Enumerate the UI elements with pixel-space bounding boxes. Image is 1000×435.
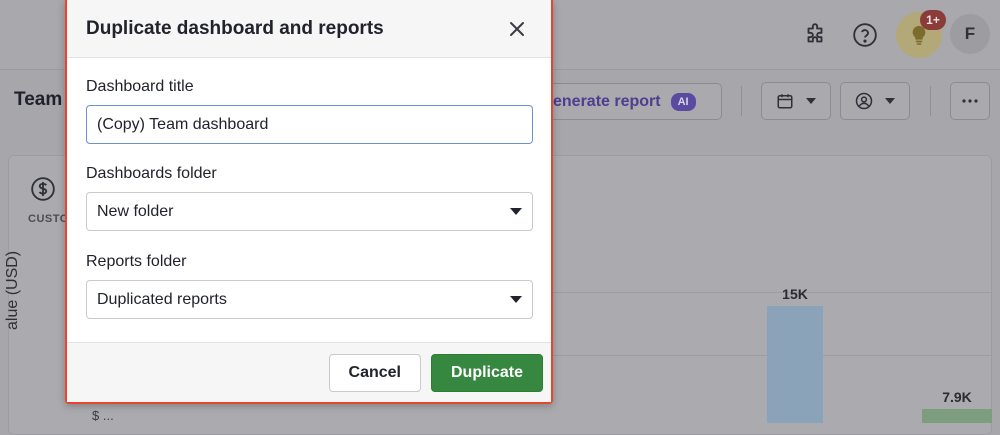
reports-folder-value: Duplicated reports [97,290,227,308]
y-tick-label: $ ... [92,408,114,423]
reports-folder-label: Reports folder [86,253,187,270]
close-button[interactable] [505,17,529,41]
dialog-header: Duplicate dashboard and reports [67,0,551,58]
y-axis-label: alue (USD) [4,250,21,330]
user-circle-icon [855,92,873,110]
chevron-down-icon [885,98,895,104]
chevron-down-icon [806,98,816,104]
toolbar-divider [930,86,931,116]
ai-badge: AI [670,92,696,111]
cancel-button[interactable]: Cancel [328,353,421,392]
dialog-body: Dashboard title Dashboards folder New fo… [67,58,551,319]
help-icon[interactable] [850,20,880,50]
dashboards-folder-label: Dashboards folder [86,165,217,182]
generate-report-label: enerate report [553,92,661,110]
card-label: CUSTO [28,213,69,225]
dollar-icon [30,176,56,207]
chevron-down-icon [510,208,522,215]
bar-data-label: 7.9K [942,388,972,405]
dashboards-folder-value: New folder [97,202,174,220]
puzzle-icon[interactable] [800,20,830,50]
notification-badge: 1+ [920,10,946,30]
chart-bar [767,306,823,423]
more-icon [962,99,978,103]
calendar-icon [777,94,793,109]
more-button[interactable] [950,82,990,120]
dashboard-title-input[interactable] [86,105,533,144]
dashboards-folder-select[interactable]: New folder [86,192,533,231]
bar-data-label: 15K [782,286,808,302]
toolbar-divider [741,86,742,116]
dialog-footer: Cancel Duplicate [67,342,551,402]
dialog-title: Duplicate dashboard and reports [86,17,384,39]
generate-report-button[interactable]: enerate report AI [536,83,722,120]
close-icon [510,21,524,36]
date-filter-button[interactable] [761,82,831,120]
avatar[interactable]: F [950,14,990,54]
page-title: Team [14,89,63,110]
chevron-down-icon [510,296,522,303]
dashboard-title-label: Dashboard title [86,78,194,95]
user-filter-button[interactable] [840,82,910,120]
reports-folder-select[interactable]: Duplicated reports [86,280,533,319]
duplicate-dialog: Duplicate dashboard and reports Dashboar… [65,0,553,404]
duplicate-button[interactable]: Duplicate [430,353,543,392]
chart-bar [922,408,992,423]
